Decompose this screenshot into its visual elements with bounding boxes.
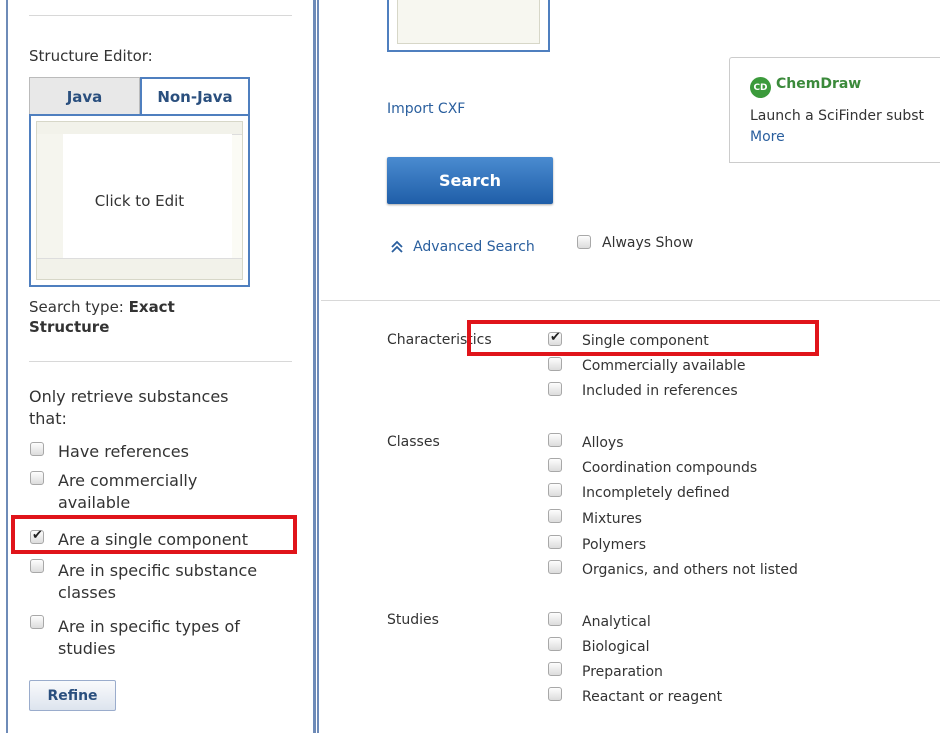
commercially-available-filter-label: Commercially available: [582, 358, 746, 374]
always-show-checkbox[interactable]: [577, 235, 591, 249]
search-type-value-line2: Structure: [29, 318, 110, 336]
substance-classes-label: Are in specific substance classes: [58, 560, 257, 604]
structure-editor-label: Structure Editor:: [29, 47, 153, 65]
tab-java-label: Java: [66, 87, 103, 106]
panel-divider-highlight: [316, 0, 317, 733]
polymers-label: Polymers: [582, 537, 646, 553]
organics-label: Organics, and others not listed: [582, 562, 798, 578]
chemdraw-more-link[interactable]: More: [750, 129, 785, 145]
reactant-or-reagent-checkbox[interactable]: [548, 687, 562, 701]
commercially-available-line2: available: [58, 493, 131, 512]
retrieve-label-line1: Only retrieve substances: [29, 387, 229, 406]
structure-preview-thumbnail[interactable]: [387, 0, 550, 52]
search-type-text: Search type: Exact Structure: [29, 297, 175, 337]
tab-non-java[interactable]: Non-Java: [140, 77, 250, 115]
commercially-available-label: Are commercially available: [58, 470, 197, 514]
substance-classes-line1: Are in specific substance: [58, 561, 258, 580]
highlight-box-left: [11, 515, 297, 554]
left-frame-border: [6, 0, 8, 733]
highlight-box-right: [467, 320, 819, 356]
editor-thumbnail-bottom-bar: [37, 258, 242, 279]
left-top-divider: [29, 15, 292, 16]
always-show-label: Always Show: [602, 235, 694, 251]
commercially-available-checkbox[interactable]: [30, 471, 44, 485]
structure-editor-preview[interactable]: Click to Edit: [29, 114, 250, 287]
import-cxf-link[interactable]: Import CXF: [387, 101, 465, 117]
right-divider: [321, 300, 940, 301]
classes-label: Classes: [387, 434, 440, 450]
substance-classes-checkbox[interactable]: [30, 559, 44, 573]
types-of-studies-line2: studies: [58, 639, 116, 658]
types-of-studies-line1: Are in specific types of: [58, 617, 240, 636]
have-references-checkbox[interactable]: [30, 442, 44, 456]
types-of-studies-label: Are in specific types of studies: [58, 616, 240, 660]
commercially-available-line1: Are commercially: [58, 471, 198, 490]
included-in-references-filter-label: Included in references: [582, 383, 738, 399]
tab-java[interactable]: Java: [29, 77, 140, 115]
included-in-references-filter-checkbox[interactable]: [548, 382, 562, 396]
preparation-checkbox[interactable]: [548, 662, 562, 676]
retrieve-label: Only retrieve substances that:: [29, 386, 229, 430]
biological-checkbox[interactable]: [548, 637, 562, 651]
chemdraw-title: ChemDraw: [776, 76, 862, 92]
alloys-label: Alloys: [582, 435, 624, 451]
refine-button[interactable]: Refine: [29, 680, 116, 711]
reactant-or-reagent-label: Reactant or reagent: [582, 689, 723, 705]
mixtures-checkbox[interactable]: [548, 509, 562, 523]
substance-classes-line2: classes: [58, 583, 116, 602]
coordination-compounds-checkbox[interactable]: [548, 458, 562, 472]
chevron-double-up-icon: [391, 240, 403, 253]
search-type-prefix: Search type:: [29, 298, 129, 316]
tab-non-java-label: Non-Java: [157, 88, 233, 106]
left-middle-divider: [29, 361, 292, 362]
have-references-label: Have references: [58, 442, 189, 461]
types-of-studies-checkbox[interactable]: [30, 615, 44, 629]
chemdraw-logo-icon: CD: [750, 77, 771, 98]
organics-checkbox[interactable]: [548, 560, 562, 574]
advanced-search-toggle[interactable]: Advanced Search: [390, 236, 535, 255]
preparation-label: Preparation: [582, 664, 663, 680]
chemdraw-panel: CD ChemDraw Launch a SciFinder subst Mor…: [729, 57, 940, 163]
retrieve-label-line2: that:: [29, 409, 67, 428]
chemdraw-description: Launch a SciFinder subst: [750, 108, 924, 124]
analytical-label: Analytical: [582, 614, 651, 630]
analytical-checkbox[interactable]: [548, 612, 562, 626]
commercially-available-filter-checkbox[interactable]: [548, 357, 562, 371]
coordination-compounds-label: Coordination compounds: [582, 460, 758, 476]
incompletely-defined-checkbox[interactable]: [548, 483, 562, 497]
preview-thumbnail-canvas: [397, 0, 540, 44]
alloys-checkbox[interactable]: [548, 433, 562, 447]
polymers-checkbox[interactable]: [548, 535, 562, 549]
biological-label: Biological: [582, 639, 650, 655]
advanced-search-link[interactable]: Advanced Search: [413, 239, 535, 255]
search-type-value-line1: Exact: [128, 298, 175, 316]
click-to-edit-label: Click to Edit: [94, 192, 185, 210]
mixtures-label: Mixtures: [582, 511, 642, 527]
studies-label: Studies: [387, 612, 439, 628]
search-button[interactable]: Search: [387, 157, 553, 204]
incompletely-defined-label: Incompletely defined: [582, 485, 730, 501]
